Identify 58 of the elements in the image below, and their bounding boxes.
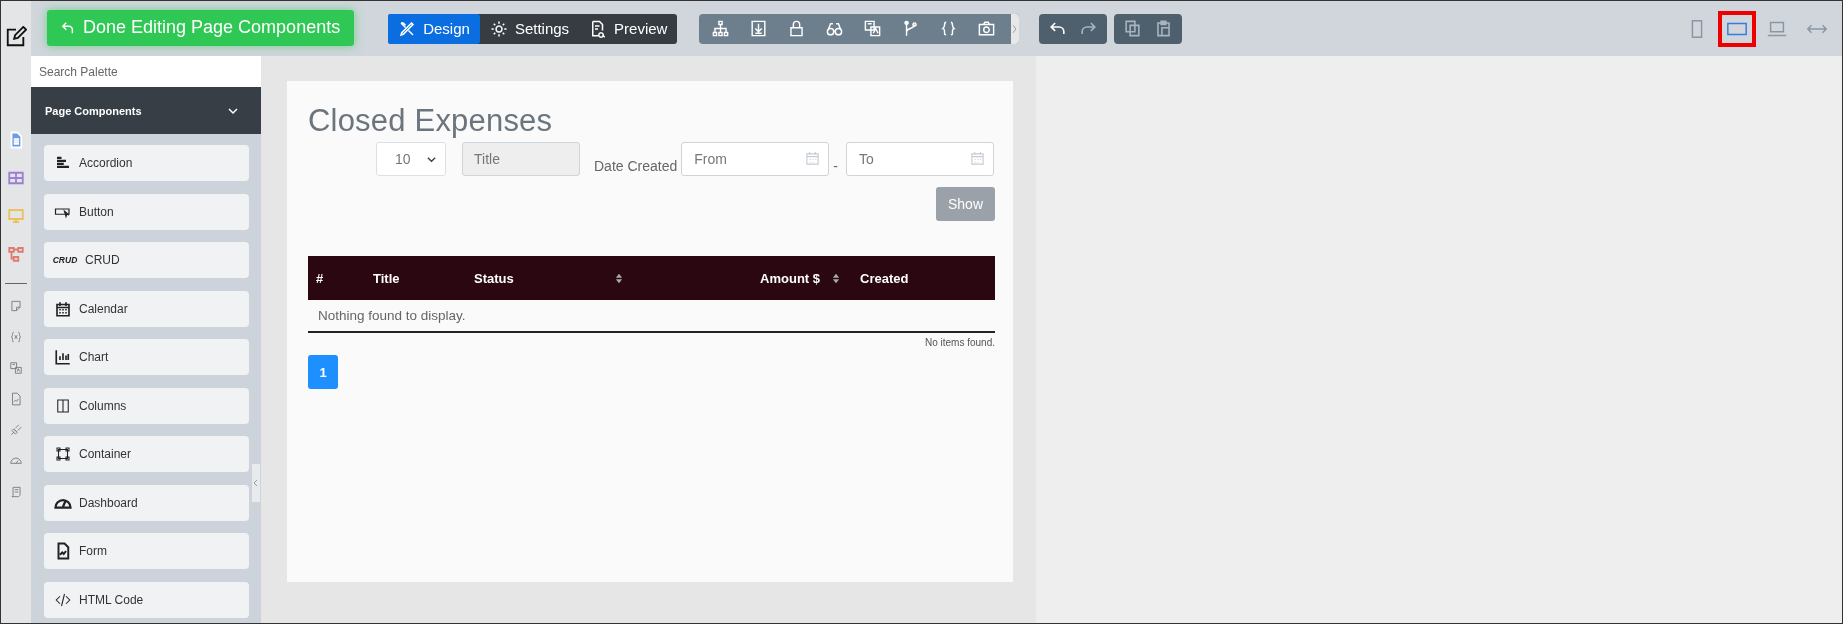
calendar-icon xyxy=(805,151,821,166)
plug-icon[interactable] xyxy=(9,423,23,437)
palette-item[interactable]: Accordion xyxy=(44,145,249,181)
calendar-icon xyxy=(54,299,72,318)
hierarchy-icon[interactable] xyxy=(7,245,25,263)
edit-icon[interactable] xyxy=(5,26,27,48)
mode-tab[interactable]: Settings xyxy=(479,13,580,44)
palette-item[interactable]: Dashboard xyxy=(44,484,249,521)
sitemap-icon[interactable] xyxy=(711,19,731,38)
document-search-icon xyxy=(589,19,608,38)
device-toggle[interactable] xyxy=(1718,10,1756,47)
table-footer-text: No items found. xyxy=(924,337,995,348)
table-icon[interactable] xyxy=(7,169,25,187)
camera-icon[interactable] xyxy=(977,19,997,38)
page-title: Closed Expenses xyxy=(308,103,554,139)
palette-item[interactable]: Container xyxy=(44,436,249,472)
translate-icon[interactable] xyxy=(863,19,883,38)
section-title: Page Components xyxy=(45,104,142,117)
from-date-field[interactable]: From xyxy=(681,142,830,176)
palette-item[interactable]: Form xyxy=(44,533,249,569)
sort-icon[interactable] xyxy=(615,272,623,284)
pencil-ruler-icon xyxy=(398,19,417,38)
column-header[interactable]: Amount $ xyxy=(760,270,820,286)
section-header[interactable]: Page Components xyxy=(31,87,261,134)
copy-icon[interactable] xyxy=(1123,19,1143,38)
column-header: # xyxy=(316,270,324,286)
frame-icon xyxy=(54,445,72,463)
palette-item[interactable]: Button xyxy=(44,193,249,230)
palette-item[interactable]: CRUD CRUD xyxy=(44,242,249,278)
palette-item[interactable]: Columns xyxy=(44,387,249,424)
title-field[interactable]: Title xyxy=(462,142,580,176)
mode-tab[interactable]: Design xyxy=(388,13,480,44)
date-label: Date Created xyxy=(594,158,678,174)
empty-message: Nothing found to display. xyxy=(318,308,466,323)
mode-tab[interactable]: Preview xyxy=(579,13,678,44)
column-header[interactable]: Status xyxy=(474,270,514,286)
palette-item[interactable]: Chart xyxy=(44,339,249,375)
calendar-icon xyxy=(969,151,985,166)
sort-icon[interactable] xyxy=(832,272,840,284)
palette-item[interactable]: Calendar xyxy=(44,290,249,327)
columns-icon xyxy=(54,396,72,415)
translate-icon[interactable] xyxy=(9,361,23,375)
note-icon[interactable] xyxy=(9,299,23,313)
return-arrow-icon xyxy=(61,20,75,35)
search-field[interactable]: Search Palette xyxy=(31,56,261,87)
to-date-field[interactable]: To xyxy=(845,142,994,176)
column-header: Created xyxy=(860,270,909,286)
palette-item[interactable]: HTML Code xyxy=(44,581,249,618)
column-header: Title xyxy=(373,270,400,286)
file-chart-icon[interactable] xyxy=(9,392,23,406)
page-size-select[interactable]: 10 xyxy=(376,142,446,176)
variable-icon[interactable] xyxy=(9,330,23,344)
script-icon[interactable] xyxy=(9,485,23,499)
box-arrow-icon[interactable] xyxy=(749,19,769,38)
gear-icon xyxy=(489,19,508,38)
collapse-handle[interactable] xyxy=(252,464,260,502)
bar-chart-icon xyxy=(54,348,72,366)
range-separator: - xyxy=(833,158,838,174)
